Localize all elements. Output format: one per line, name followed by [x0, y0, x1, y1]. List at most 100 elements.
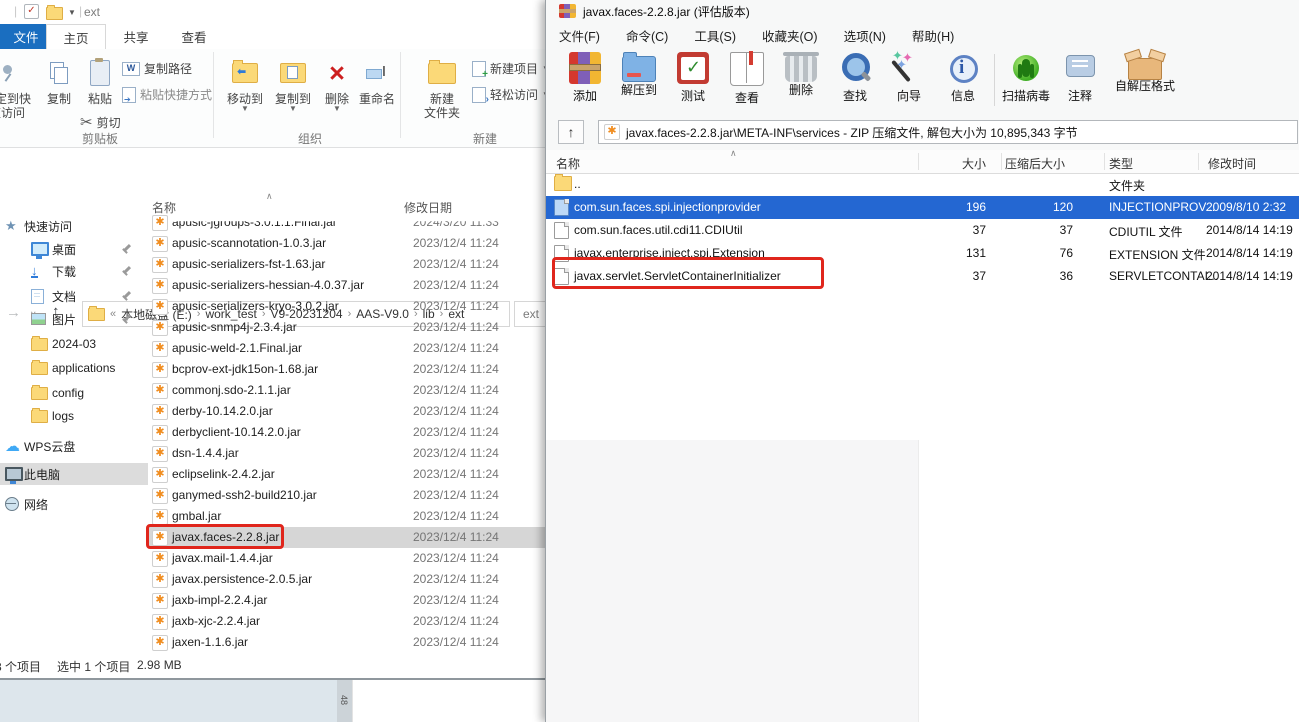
删除-button[interactable]: 删除	[774, 48, 828, 98]
file-row[interactable]: ✱ derby-10.14.2.0.jar 2023/12/4 11:24	[148, 401, 548, 422]
winrar-file-list: 名称 ∧ 大小 压缩后大小 类型 修改时间 .. 文件夹 com.sun.fac…	[546, 148, 1299, 722]
file-modified-date: 2023/12/4 11:24	[413, 425, 499, 439]
file-row[interactable]: ✱ apusic-jgroups-3.0.1.1.Final.jar 2024/…	[148, 212, 548, 233]
ribbon-divider	[213, 52, 214, 138]
file-row[interactable]: ✱ ganymed-ssh2-build210.jar 2023/12/4 11…	[148, 485, 548, 506]
winrar-list-header: 名称 ∧ 大小 压缩后大小 类型 修改时间	[546, 148, 1299, 174]
archive-path-combobox[interactable]: ✱ javax.faces-2.2.8.jar\META-INF\service…	[598, 120, 1298, 144]
自解压格式-button[interactable]: 自解压格式	[1107, 48, 1183, 94]
easy-access-button[interactable]: 轻松访问 ▼	[472, 86, 550, 105]
scissors-icon: ✂	[80, 114, 93, 131]
copy-path-button[interactable]: W 复制路径	[122, 60, 192, 77]
注释-button[interactable]: 注释	[1053, 48, 1107, 104]
move-to-button[interactable]: 移动到 ▼	[222, 52, 268, 113]
file-row[interactable]: ✱ apusic-serializers-hessian-4.0.37.jar …	[148, 275, 548, 296]
file-row[interactable]: ✱ jaxb-impl-2.2.4.jar 2023/12/4 11:24	[148, 590, 548, 611]
up-directory-button[interactable]: ↑	[558, 120, 584, 144]
column-separator[interactable]	[1001, 153, 1002, 170]
paste-button[interactable]: 粘贴	[80, 52, 120, 106]
file-modified-date: 2023/12/4 11:24	[413, 572, 499, 586]
sidebar-item-config[interactable]: config	[0, 382, 148, 404]
menu-item-帮助(H)[interactable]: 帮助(H)	[912, 26, 954, 45]
file-row[interactable]: ✱ bcprov-ext-jdk15on-1.68.jar 2023/12/4 …	[148, 359, 548, 380]
file-row[interactable]: ✱ jaxb-xjc-2.2.4.jar 2023/12/4 11:24	[148, 611, 548, 632]
archive-row[interactable]: .. 文件夹	[546, 173, 1299, 196]
file-modified-date: 2023/12/4 11:24	[413, 404, 499, 418]
column-header-name[interactable]: 名称	[556, 155, 580, 172]
file-row[interactable]: ✱ apusic-snmp4j-2.3.4.jar 2023/12/4 11:2…	[148, 317, 548, 338]
folder-icon[interactable]	[46, 5, 63, 20]
sidebar-item-图片[interactable]: 图片	[0, 308, 148, 330]
menu-item-选项(N)[interactable]: 选项(N)	[844, 26, 886, 45]
扫描病毒-button[interactable]: 扫描病毒	[999, 48, 1053, 104]
copy-to-button[interactable]: 复制到 ▼	[270, 52, 316, 113]
sidebar-item-下载[interactable]: ↓ 下载	[0, 260, 148, 282]
file-row[interactable]: ✱ javax.persistence-2.0.5.jar 2023/12/4 …	[148, 569, 548, 590]
tab-view[interactable]: 查看	[168, 24, 220, 49]
sidebar-item-2024-03[interactable]: 2024-03	[0, 333, 148, 355]
file-row[interactable]: ✱ javax.mail-1.4.4.jar 2023/12/4 11:24	[148, 548, 548, 569]
column-header-size[interactable]: 大小	[926, 155, 986, 172]
entry-packed-size: 120	[1052, 200, 1073, 214]
cut-button[interactable]: ✂ 剪切	[80, 113, 121, 131]
archive-row[interactable]: com.sun.faces.util.cdi11.CDIUtil 37 37 C…	[546, 219, 1299, 242]
menu-item-收藏夹(O)[interactable]: 收藏夹(O)	[762, 26, 818, 45]
check-icon[interactable]: ✓	[24, 4, 39, 19]
pin-to-quick-access-button[interactable]: 固定到快 速访问	[0, 52, 36, 120]
tab-home[interactable]: 主页	[46, 24, 106, 50]
column-header-modified[interactable]: 修改时间	[1208, 155, 1256, 172]
copy-button[interactable]: 复制	[38, 52, 80, 106]
测试-button[interactable]: 测试	[666, 48, 720, 104]
menu-item-命令(C)[interactable]: 命令(C)	[626, 26, 668, 45]
dropdown-caret-icon[interactable]: ▼	[68, 8, 76, 17]
添加-button[interactable]: 添加	[558, 48, 612, 104]
file-row[interactable]: ✱ commonj.sdo-2.1.1.jar 2023/12/4 11:24	[148, 380, 548, 401]
file-name: derbyclient-10.14.2.0.jar	[172, 425, 301, 439]
sfx-icon	[1128, 58, 1162, 80]
network-icon	[5, 497, 19, 511]
tab-share[interactable]: 共享	[108, 24, 164, 49]
column-header-type[interactable]: 类型	[1109, 155, 1133, 172]
rename-button[interactable]: 重命名	[356, 52, 398, 106]
查找-button[interactable]: 查找	[828, 48, 882, 104]
new-folder-button[interactable]: 新建 文件夹	[416, 52, 468, 120]
信息-button[interactable]: 信息	[936, 48, 990, 104]
group-label-clipboard: 剪贴板	[81, 132, 118, 146]
file-row[interactable]: ✱ jaxen-1.1.6.jar 2023/12/4 11:24	[148, 632, 548, 653]
file-row[interactable]: ✱ dsn-1.4.4.jar 2023/12/4 11:24	[148, 443, 548, 464]
menu-item-文件(F)[interactable]: 文件(F)	[559, 26, 600, 45]
向导-button[interactable]: 向导	[882, 48, 936, 104]
sidebar-item-文档[interactable]: 文档	[0, 285, 148, 307]
file-row[interactable]: ✱ derbyclient-10.14.2.0.jar 2023/12/4 11…	[148, 422, 548, 443]
column-separator[interactable]	[1104, 153, 1105, 170]
column-separator[interactable]	[918, 153, 919, 170]
extract-to-icon	[622, 52, 656, 82]
sidebar-item-logs[interactable]: logs	[0, 405, 148, 427]
jar-file-icon: ✱	[152, 425, 168, 441]
file-row[interactable]: ✱ eclipselink-2.4.2.jar 2023/12/4 11:24	[148, 464, 548, 485]
解压到-button[interactable]: 解压到	[612, 48, 666, 98]
file-row[interactable]: ✱ apusic-scannotation-1.0.3.jar 2023/12/…	[148, 233, 548, 254]
delete-button[interactable]: × 删除 ▼	[318, 52, 356, 113]
file-name: eclipselink-2.4.2.jar	[172, 467, 275, 481]
file-row[interactable]: ✱ apusic-weld-2.1.Final.jar 2023/12/4 11…	[148, 338, 548, 359]
sidebar-item-快速访问[interactable]: ★ 快速访问	[0, 215, 148, 237]
column-header-packed[interactable]: 压缩后大小	[1005, 155, 1065, 172]
file-row[interactable]: ✱ apusic-serializers-fst-1.63.jar 2023/1…	[148, 254, 548, 275]
explorer-ribbon-tabs: 文件 主页 共享 查看	[0, 24, 560, 50]
sidebar-item-桌面[interactable]: 桌面	[0, 238, 148, 260]
sidebar-item-网络[interactable]: 网络	[0, 493, 148, 515]
toolbar-separator	[994, 54, 995, 106]
查看-button[interactable]: 查看	[720, 48, 774, 106]
paste-shortcut-button[interactable]: 粘贴快捷方式	[122, 86, 212, 104]
sidebar-item-WPS云盘[interactable]: ☁ WPS云盘	[0, 435, 148, 457]
new-item-button[interactable]: 新建项目 ▼	[472, 60, 550, 80]
column-separator[interactable]	[1198, 153, 1199, 170]
archive-row[interactable]: com.sun.faces.spi.injectionprovider 196 …	[546, 196, 1299, 219]
file-row[interactable]: ✱ apusic-serializers-kryo-3.0.2.jar 2023…	[148, 296, 548, 317]
entry-name: com.sun.faces.spi.injectionprovider	[574, 200, 761, 214]
sidebar-item-applications[interactable]: applications	[0, 357, 148, 379]
delete-x-icon: ×	[329, 57, 345, 88]
sidebar-item-此电脑[interactable]: 此电脑	[0, 463, 148, 485]
menu-item-工具(S)[interactable]: 工具(S)	[694, 26, 736, 45]
